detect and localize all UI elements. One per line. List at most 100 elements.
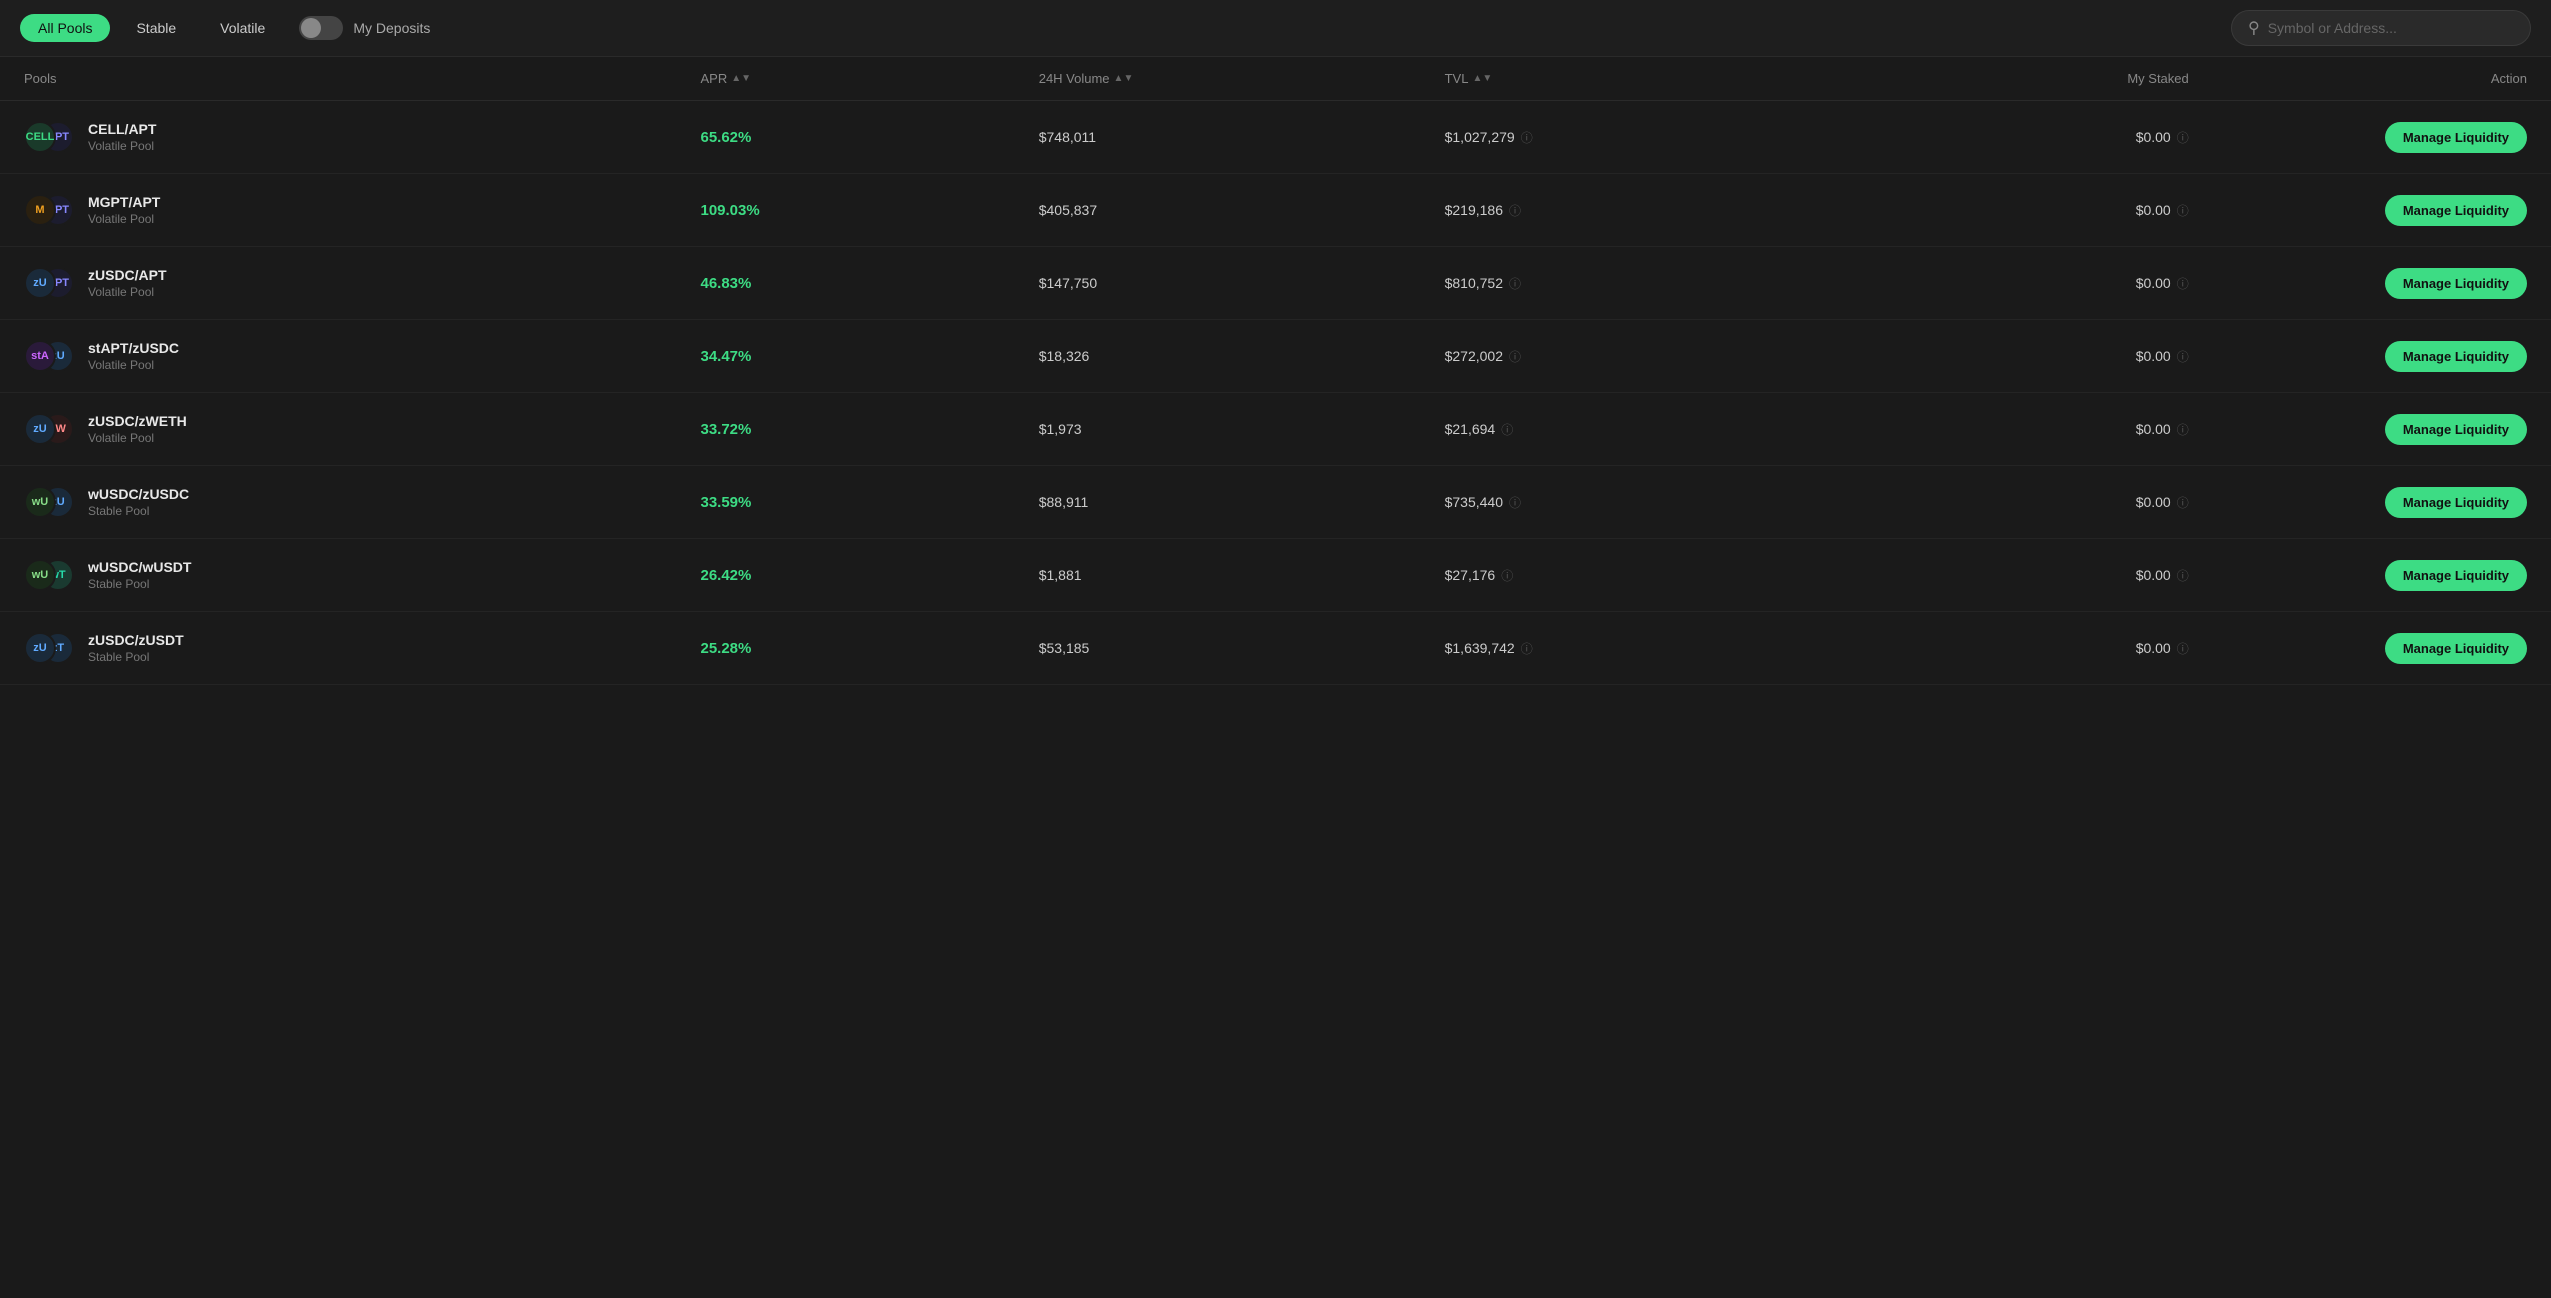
token-icon-1: wU — [24, 559, 56, 591]
pool-type: Stable Pool — [88, 650, 184, 664]
staked-cell: $0.00 ⓘ — [1851, 202, 2189, 219]
staked-value: $0.00 — [2136, 421, 2171, 437]
pool-icons: CELL APT — [24, 119, 76, 155]
filter-volatile[interactable]: Volatile — [202, 14, 283, 42]
pool-name: CELL/APT — [88, 121, 156, 137]
tvl-info-icon[interactable]: ⓘ — [1509, 202, 1521, 219]
staked-value: $0.00 — [2136, 202, 2171, 218]
pool-cell: zU zT zUSDC/zUSDT Stable Pool — [24, 630, 700, 666]
manage-liquidity-button[interactable]: Manage Liquidity — [2385, 268, 2527, 299]
apr-value: 46.83% — [700, 275, 1038, 292]
manage-liquidity-button[interactable]: Manage Liquidity — [2385, 560, 2527, 591]
volume-value: $1,973 — [1039, 421, 1445, 437]
tvl-value: $21,694 — [1445, 421, 1496, 437]
manage-liquidity-button[interactable]: Manage Liquidity — [2385, 633, 2527, 664]
pool-info: zUSDC/zWETH Volatile Pool — [88, 413, 187, 445]
table-row: wU zU wUSDC/zUSDC Stable Pool 33.59% $88… — [0, 466, 2551, 539]
token-icon-1: wU — [24, 486, 56, 518]
pool-type: Volatile Pool — [88, 358, 179, 372]
pool-icons: stA zU — [24, 338, 76, 374]
staked-cell: $0.00 ⓘ — [1851, 421, 2189, 438]
tvl-value: $219,186 — [1445, 202, 1503, 218]
table-row: stA zU stAPT/zUSDC Volatile Pool 34.47% … — [0, 320, 2551, 393]
volume-value: $18,326 — [1039, 348, 1445, 364]
pool-info: wUSDC/wUSDT Stable Pool — [88, 559, 191, 591]
pools-table: Pools APR ▲▼ 24H Volume ▲▼ TVL ▲▼ My Sta… — [0, 57, 2551, 685]
staked-cell: $0.00 ⓘ — [1851, 348, 2189, 365]
tvl-info-icon[interactable]: ⓘ — [1509, 348, 1521, 365]
staked-info-icon[interactable]: ⓘ — [2177, 421, 2189, 438]
action-cell: Manage Liquidity — [2189, 414, 2527, 445]
token-icon-1: zU — [24, 267, 56, 299]
staked-info-icon[interactable]: ⓘ — [2177, 275, 2189, 292]
apr-value: 33.59% — [700, 494, 1038, 511]
pool-cell: M APT MGPT/APT Volatile Pool — [24, 192, 700, 228]
manage-liquidity-button[interactable]: Manage Liquidity — [2385, 341, 2527, 372]
apr-value: 26.42% — [700, 567, 1038, 584]
tvl-value: $735,440 — [1445, 494, 1503, 510]
tvl-sort-icon[interactable]: ▲▼ — [1472, 74, 1492, 84]
staked-info-icon[interactable]: ⓘ — [2177, 640, 2189, 657]
table-row: M APT MGPT/APT Volatile Pool 109.03% $40… — [0, 174, 2551, 247]
pool-info: CELL/APT Volatile Pool — [88, 121, 156, 153]
action-cell: Manage Liquidity — [2189, 487, 2527, 518]
action-cell: Manage Liquidity — [2189, 560, 2527, 591]
search-input[interactable] — [2268, 20, 2514, 36]
pool-info: MGPT/APT Volatile Pool — [88, 194, 160, 226]
tvl-info-icon[interactable]: ⓘ — [1509, 494, 1521, 511]
my-deposits-toggle-group: My Deposits — [299, 16, 430, 40]
apr-value: 65.62% — [700, 129, 1038, 146]
table-row: zU zW zUSDC/zWETH Volatile Pool 33.72% $… — [0, 393, 2551, 466]
pool-type: Volatile Pool — [88, 212, 160, 226]
tvl-value: $810,752 — [1445, 275, 1503, 291]
volume-value: $53,185 — [1039, 640, 1445, 656]
tvl-value: $272,002 — [1445, 348, 1503, 364]
staked-info-icon[interactable]: ⓘ — [2177, 348, 2189, 365]
staked-info-icon[interactable]: ⓘ — [2177, 567, 2189, 584]
col-header-tvl: TVL ▲▼ — [1445, 71, 1851, 86]
tvl-cell: $1,639,742 ⓘ — [1445, 640, 1851, 657]
manage-liquidity-button[interactable]: Manage Liquidity — [2385, 414, 2527, 445]
my-deposits-label: My Deposits — [353, 20, 430, 36]
tvl-info-icon[interactable]: ⓘ — [1521, 129, 1533, 146]
token-icon-1: zU — [24, 632, 56, 664]
pool-info: zUSDC/APT Volatile Pool — [88, 267, 167, 299]
pool-name: zUSDC/zWETH — [88, 413, 187, 429]
manage-liquidity-button[interactable]: Manage Liquidity — [2385, 122, 2527, 153]
manage-liquidity-button[interactable]: Manage Liquidity — [2385, 195, 2527, 226]
tvl-cell: $1,027,279 ⓘ — [1445, 129, 1851, 146]
pool-name: MGPT/APT — [88, 194, 160, 210]
staked-cell: $0.00 ⓘ — [1851, 640, 2189, 657]
apr-sort-icon[interactable]: ▲▼ — [731, 74, 751, 84]
staked-info-icon[interactable]: ⓘ — [2177, 202, 2189, 219]
volume-sort-icon[interactable]: ▲▼ — [1114, 74, 1134, 84]
tvl-cell: $27,176 ⓘ — [1445, 567, 1851, 584]
staked-value: $0.00 — [2136, 567, 2171, 583]
filter-all-pools[interactable]: All Pools — [20, 14, 110, 42]
tvl-info-icon[interactable]: ⓘ — [1509, 275, 1521, 292]
action-cell: Manage Liquidity — [2189, 195, 2527, 226]
pool-info: stAPT/zUSDC Volatile Pool — [88, 340, 179, 372]
manage-liquidity-button[interactable]: Manage Liquidity — [2385, 487, 2527, 518]
pool-icons: zU zT — [24, 630, 76, 666]
filter-stable[interactable]: Stable — [118, 14, 194, 42]
tvl-info-icon[interactable]: ⓘ — [1501, 421, 1513, 438]
pool-cell: stA zU stAPT/zUSDC Volatile Pool — [24, 338, 700, 374]
table-row: wU wT wUSDC/wUSDT Stable Pool 26.42% $1,… — [0, 539, 2551, 612]
my-deposits-toggle[interactable] — [299, 16, 343, 40]
pool-name: wUSDC/wUSDT — [88, 559, 191, 575]
staked-info-icon[interactable]: ⓘ — [2177, 129, 2189, 146]
tvl-value: $27,176 — [1445, 567, 1496, 583]
staked-info-icon[interactable]: ⓘ — [2177, 494, 2189, 511]
table-body: CELL APT CELL/APT Volatile Pool 65.62% $… — [0, 101, 2551, 685]
tvl-info-icon[interactable]: ⓘ — [1521, 640, 1533, 657]
pool-info: zUSDC/zUSDT Stable Pool — [88, 632, 184, 664]
action-cell: Manage Liquidity — [2189, 268, 2527, 299]
pool-info: wUSDC/zUSDC Stable Pool — [88, 486, 189, 518]
volume-value: $1,881 — [1039, 567, 1445, 583]
pool-type: Stable Pool — [88, 504, 189, 518]
staked-cell: $0.00 ⓘ — [1851, 129, 2189, 146]
tvl-info-icon[interactable]: ⓘ — [1501, 567, 1513, 584]
tvl-cell: $219,186 ⓘ — [1445, 202, 1851, 219]
pool-cell: zU zW zUSDC/zWETH Volatile Pool — [24, 411, 700, 447]
